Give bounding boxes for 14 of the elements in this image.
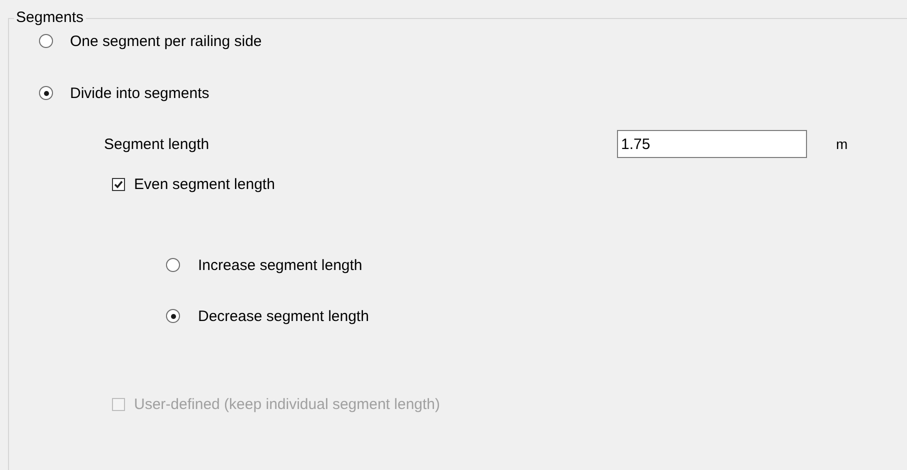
radio-button[interactable] — [39, 86, 53, 100]
option-label[interactable]: Decrease segment length — [198, 308, 369, 324]
radio-button[interactable] — [166, 309, 180, 323]
radio-button[interactable] — [166, 258, 180, 272]
radio-button[interactable] — [39, 34, 53, 48]
group-title: Segments — [14, 9, 86, 27]
unit-label: m — [836, 136, 848, 152]
option-label[interactable]: Increase segment length — [198, 256, 362, 274]
option-label[interactable]: Divide into segments — [70, 84, 210, 102]
field-label: Segment length — [104, 136, 210, 152]
input-field[interactable]: 1.75 — [617, 130, 807, 158]
option-label[interactable]: One segment per railing side — [70, 32, 262, 50]
checkbox-label[interactable]: Even segment length — [134, 176, 275, 192]
checkbox[interactable] — [112, 178, 125, 190]
